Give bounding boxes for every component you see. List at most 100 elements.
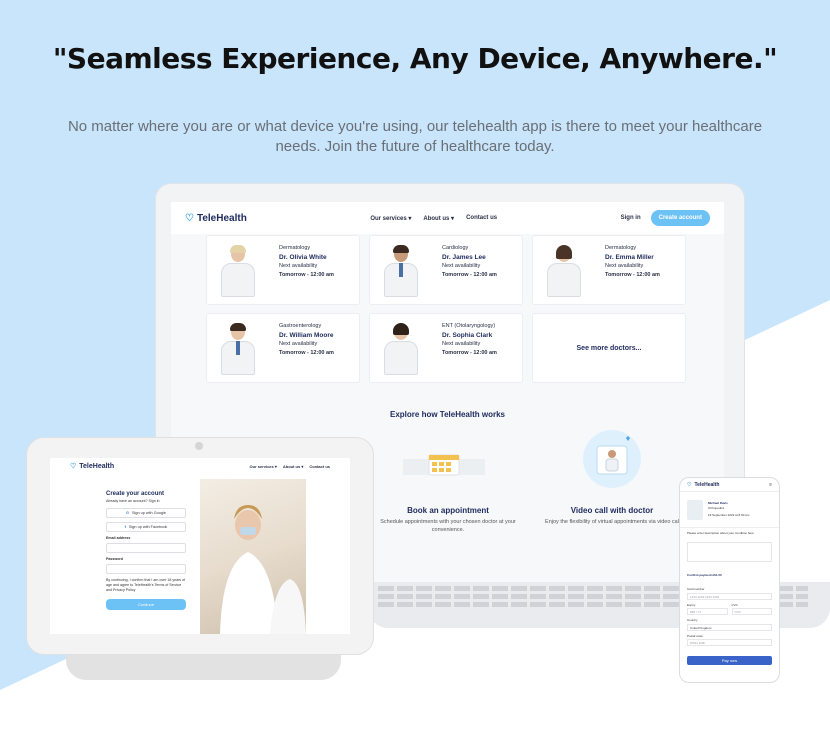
feature-title: Book an appointment xyxy=(407,506,489,515)
smart-display-screen: ♡ TeleHealth Our services ▾ About us ▾ C… xyxy=(50,458,350,634)
facebook-icon: f xyxy=(124,524,126,529)
availability-label: Next availability xyxy=(442,263,481,269)
doctor-photo xyxy=(543,245,585,302)
country-select[interactable]: United Kingdom xyxy=(687,623,772,631)
facebook-label: Sign up with Facebook xyxy=(128,524,168,529)
card-label: Card number xyxy=(687,587,705,591)
doctor-specialty: Gastroenterology xyxy=(279,323,322,329)
see-more-doctors-card[interactable]: See more doctors... xyxy=(532,313,686,383)
telehealth-logo[interactable]: ♡ TeleHealth xyxy=(70,462,115,471)
doctor-photo xyxy=(380,323,422,380)
doctor-patient-photo xyxy=(200,479,306,634)
appointment-summary: Michael Davis Orthopedics 19 September 2… xyxy=(680,492,779,528)
doctor-name: Dr. William Moore xyxy=(279,332,334,339)
terms-text: By continuing, I confirm that I am over … xyxy=(106,578,186,592)
laptop-navbar: ♡ TeleHealth Our services ▾ About us ▾ C… xyxy=(171,202,724,234)
doctor-avatar xyxy=(687,499,703,520)
menu-icon[interactable]: ≡ xyxy=(769,482,772,488)
phone-frame: ♡ TeleHealth ≡ Michael Davis Orthopedics… xyxy=(679,477,780,683)
availability-time: Tomorrow - 12:00 am xyxy=(442,350,497,356)
description-textarea[interactable] xyxy=(687,541,772,562)
expiry-label: Expiry xyxy=(687,602,696,607)
nav-about-us[interactable]: About us ▾ xyxy=(283,464,303,469)
nav-actions: Sign in Create account xyxy=(621,210,710,226)
telehealth-logo[interactable]: ♡ TeleHealth xyxy=(687,482,719,488)
nav-contact-us[interactable]: Contact us xyxy=(466,215,497,222)
doctor-video-icon xyxy=(596,436,630,475)
describe-label: Please enter description about your cond… xyxy=(687,531,754,535)
country-label: Country xyxy=(687,618,698,622)
google-signup-button[interactable]: G Sign up with Google xyxy=(106,508,186,518)
availability-label: Next availability xyxy=(279,263,318,269)
doctor-card[interactable]: Cardiology Dr. James Lee Next availabili… xyxy=(369,235,523,305)
form-title: Create your account xyxy=(106,491,165,497)
availability-label: Next availability xyxy=(279,341,318,347)
feature-title: Video call with doctor xyxy=(570,506,654,515)
availability-label: Next availability xyxy=(442,341,481,347)
create-account-button[interactable]: Create account xyxy=(650,210,710,226)
continue-button[interactable]: Continue xyxy=(106,599,186,610)
doctor-card[interactable]: Dermatology Dr. Emma Miller Next availab… xyxy=(532,235,686,305)
doctor-name: Dr. Olivia White xyxy=(279,254,327,261)
nav-about-us[interactable]: About us ▾ xyxy=(423,215,454,222)
doctor-name: Dr. Emma Miller xyxy=(605,254,654,261)
nav-our-services[interactable]: Our services ▾ xyxy=(250,464,277,469)
calendar-icon xyxy=(403,454,485,476)
page-subhead: No matter where you are or what device y… xyxy=(67,118,763,155)
doctor-name: Dr. Sophia Clark xyxy=(442,332,493,339)
availability-time: Tomorrow - 12:00 am xyxy=(279,350,334,356)
video-call-illustration xyxy=(583,430,641,488)
postal-code-field[interactable]: WS11 1DB xyxy=(687,639,772,646)
payment-form: Card number 1234 1234 1234 1234 Expiry M… xyxy=(680,584,779,652)
cvc-field[interactable]: CVC xyxy=(731,608,772,615)
logo-text: TeleHealth xyxy=(196,212,247,224)
stethoscope-icon: ♡ xyxy=(70,463,77,470)
telehealth-logo[interactable]: ♡ TeleHealth xyxy=(185,213,247,224)
signup-form: Create your account Already have an acco… xyxy=(106,491,186,610)
nav-links: Our services ▾ About us ▾ Contact us xyxy=(250,464,330,469)
stethoscope-icon: ♡ xyxy=(687,481,692,488)
nav-our-services[interactable]: Our services ▾ xyxy=(370,215,411,222)
camera-icon xyxy=(195,442,203,450)
doctor-card[interactable]: Dermatology Dr. Olivia White Next availa… xyxy=(206,235,360,305)
pay-now-button[interactable]: Pay now xyxy=(687,656,772,665)
availability-time: Tomorrow - 12:00 am xyxy=(605,272,660,278)
cvc-label: CVC xyxy=(731,602,738,607)
sign-in-prompt[interactable]: Already have an account? Sign in xyxy=(106,499,186,504)
nav-contact-us[interactable]: Contact us xyxy=(309,464,330,469)
feature-video: Video call with doctor Enjoy the flexibi… xyxy=(537,507,687,526)
facebook-signup-button[interactable]: f Sign up with Facebook xyxy=(106,522,186,532)
doctor-photo xyxy=(217,323,259,380)
password-label: Password xyxy=(106,557,123,561)
expiry-field[interactable]: MM / YY xyxy=(687,608,728,615)
page-headline: "Seamless Experience, Any Device, Anywhe… xyxy=(52,42,778,75)
doctor-specialty: ENT (Otolaryngology) xyxy=(442,323,496,329)
doctor-photo xyxy=(217,245,259,302)
logo-text: TeleHealth xyxy=(79,462,115,470)
sign-in-link[interactable]: Sign in xyxy=(621,215,641,221)
doctor-specialty: Orthopedics xyxy=(708,505,725,510)
hub-navbar: ♡ TeleHealth Our services ▾ About us ▾ C… xyxy=(50,458,350,474)
email-label: Email address xyxy=(106,536,131,540)
doctor-specialty: Dermatology xyxy=(605,245,637,251)
password-field[interactable] xyxy=(106,564,186,574)
doctor-name: Dr. James Lee xyxy=(442,254,486,261)
doctor-specialty: Dermatology xyxy=(279,245,311,251)
nav-links: Our services ▾ About us ▾ Contact us xyxy=(370,215,497,222)
doctor-photo xyxy=(380,245,422,302)
card-number-field[interactable]: 1234 1234 1234 1234 xyxy=(687,592,772,600)
feature-desc: Schedule appointments with your chosen d… xyxy=(380,519,516,533)
doctor-card[interactable]: ENT (Otolaryngology) Dr. Sophia Clark Ne… xyxy=(369,313,523,383)
availability-label: Next availability xyxy=(605,263,644,269)
google-label: Sign up with Google xyxy=(131,510,166,515)
logo-text: TeleHealth xyxy=(694,481,720,488)
feature-book: Book an appointment Schedule appointment… xyxy=(373,507,523,534)
feature-desc: Enjoy the flexibility of virtual appoint… xyxy=(545,519,679,525)
see-more-label: See more doctors... xyxy=(576,344,642,352)
doctor-card[interactable]: Gastroenterology Dr. William Moore Next … xyxy=(206,313,360,383)
appointment-time: 19 September 2023 at 8:00 am xyxy=(708,513,750,518)
phone-navbar: ♡ TeleHealth ≡ xyxy=(680,478,779,492)
doctor-patient-illustration xyxy=(220,505,306,634)
email-field[interactable] xyxy=(106,543,186,553)
confirm-payment-label: Confirm payment £61.50 xyxy=(687,572,722,577)
